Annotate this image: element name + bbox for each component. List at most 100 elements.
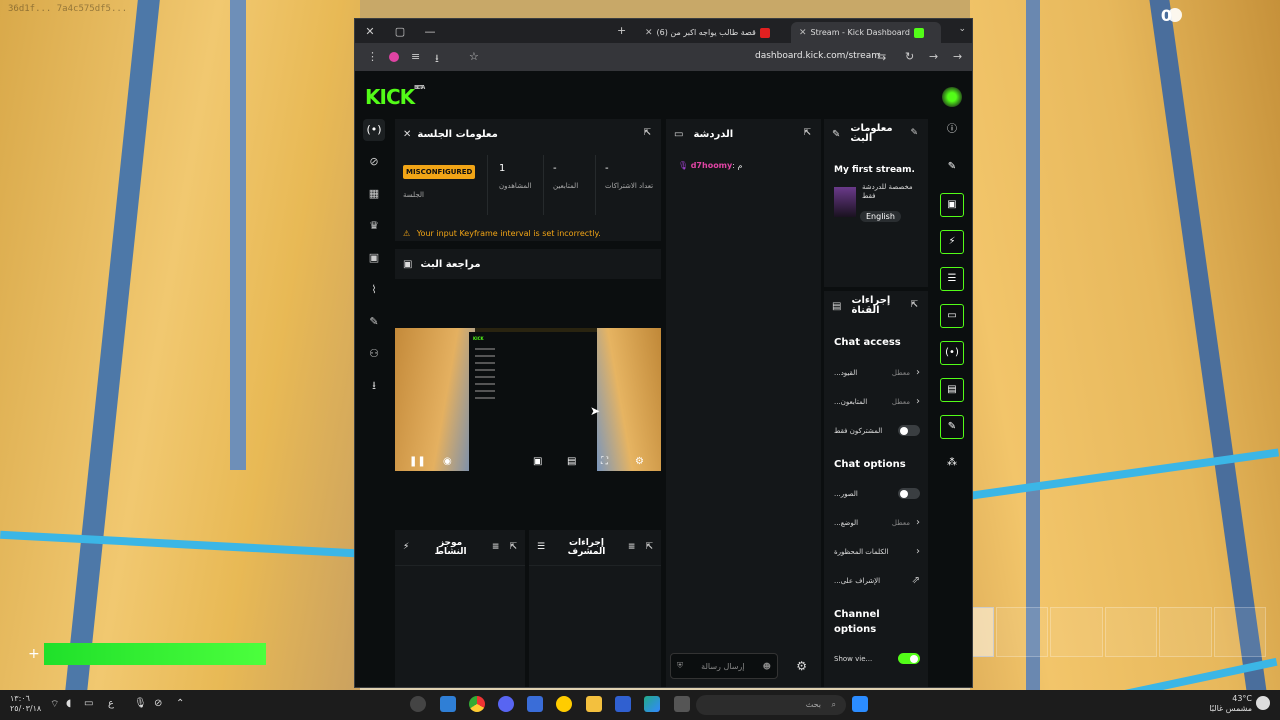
pip-icon[interactable]: ▣ (533, 456, 542, 467)
shield-icon[interactable]: ⛨ (677, 661, 683, 671)
theater-icon[interactable]: ▤ (567, 456, 576, 467)
site-settings-icon[interactable]: ⇆ (877, 50, 886, 63)
popout-icon[interactable]: ⇱ (910, 300, 918, 310)
stats-icon[interactable]: ▦ (363, 183, 385, 205)
list-icon[interactable]: ☰ (940, 267, 964, 291)
fullscreen-icon[interactable]: ⛶ (601, 456, 608, 467)
forward-icon[interactable]: → (929, 50, 938, 63)
battery-icon[interactable]: ▭ (84, 698, 93, 709)
windows-start-icon[interactable] (852, 696, 868, 712)
activity-feed-panel: ⚡ موجز النشاط ≡ ⇱ (395, 530, 525, 687)
video-icon: ▣ (403, 258, 413, 270)
back-icon[interactable]: → (953, 50, 962, 63)
folder-icon[interactable] (586, 696, 602, 712)
profile-icon[interactable] (389, 52, 399, 62)
close-tab-icon[interactable]: ✕ (799, 28, 807, 38)
status-badge: MISCONFIGURED (403, 165, 476, 179)
chat-input[interactable]: ⛨ إرسال رسالة ☻ (670, 653, 778, 679)
obs-icon[interactable] (410, 696, 426, 712)
volume-icon[interactable]: ◉ (443, 456, 452, 467)
queue-icon[interactable]: ≡ (411, 50, 420, 63)
pause-icon[interactable]: ❚❚ (409, 456, 426, 467)
settings-icon[interactable]: ⚙ (635, 456, 644, 467)
language-indicator[interactable]: ع (108, 698, 114, 709)
popout-icon[interactable]: ⇱ (643, 128, 651, 138)
mute-icon[interactable]: ⊘ (154, 698, 162, 709)
tab-search-icon[interactable]: ⌄ (958, 24, 966, 34)
bookmark-star-icon[interactable]: ☆ (469, 50, 479, 63)
store-icon[interactable] (527, 696, 543, 712)
emoji-icon[interactable]: ☻ (763, 662, 771, 671)
chart-icon[interactable]: ⌇ (363, 279, 385, 301)
chat-username[interactable]: d7hoomy (691, 161, 733, 170)
trophy-icon[interactable]: ♛ (363, 215, 385, 237)
close-tab-icon[interactable]: ✕ (645, 28, 653, 38)
wrench-icon[interactable]: ✎ (940, 415, 964, 439)
show-viewers-toggle[interactable] (898, 653, 920, 664)
bolt-icon[interactable]: ⚡ (940, 230, 964, 254)
stream-live-icon[interactable]: (•) (363, 119, 385, 141)
slow-mode-row[interactable]: ...الوضع معطل › (834, 517, 920, 528)
preview-rows (475, 348, 495, 404)
panel-title: الدردشة (693, 128, 734, 140)
category-name: مخصصة للدردشة فقط (862, 183, 913, 201)
chevron-up-icon[interactable]: ⌃ (176, 698, 184, 709)
chat-options-title: Chat options (834, 459, 906, 470)
info-icon[interactable]: ⓘ (940, 119, 964, 143)
kick-logo[interactable]: KICKBETA (365, 85, 425, 109)
video-icon[interactable]: ▣ (363, 247, 385, 269)
discord-icon[interactable] (498, 696, 514, 712)
window-close-button[interactable]: ✕ (355, 25, 385, 38)
app-icon[interactable] (644, 696, 660, 712)
reload-icon[interactable]: ↻ (905, 50, 914, 63)
mic-icon[interactable]: 🎙 (134, 698, 147, 709)
filter-icon[interactable]: ≡ (492, 543, 500, 552)
filter-icon[interactable]: ≡ (628, 543, 636, 552)
moderation-row[interactable]: ...الإشراف على ⇗ (834, 575, 920, 586)
popout-icon[interactable]: ⇱ (645, 543, 653, 552)
followers-only-row[interactable]: ...المتابعون معطل › (834, 396, 920, 407)
download-icon[interactable]: ⭳ (435, 50, 439, 69)
menu-icon[interactable]: ⋮ (367, 50, 378, 63)
mic-off-icon: ✕ (403, 128, 412, 140)
language-tag: English (860, 211, 901, 222)
share-icon[interactable]: ⁂ (940, 452, 964, 476)
chrome-icon[interactable] (469, 696, 485, 712)
volume-icon[interactable]: ◖ (66, 698, 71, 709)
restrictions-row[interactable]: ...القيود معطل › (834, 367, 920, 378)
users-icon[interactable]: ⚇ (363, 343, 385, 365)
tab-kick-dashboard[interactable]: ✕ Stream - Kick Dashboard (791, 22, 941, 43)
snapchat-icon[interactable] (556, 696, 572, 712)
stream-live-icon[interactable]: (•) (940, 341, 964, 365)
window-minimize-button[interactable]: — (415, 25, 445, 38)
row-value: معطل (891, 368, 910, 377)
search-box[interactable]: بحث ⌕ (696, 695, 846, 715)
wrench-icon[interactable]: ✎ (363, 311, 385, 333)
task-view-icon[interactable] (674, 696, 690, 712)
window-maximize-button[interactable]: ▢ (385, 25, 415, 38)
chat-icon[interactable]: ▭ (940, 304, 964, 328)
clock[interactable]: ١٣:٠٦ ٢٥/٠٣/١٨ (10, 694, 41, 713)
files-icon[interactable] (440, 696, 456, 712)
edit-icon[interactable]: ✎ (940, 156, 964, 180)
warning-icon: ⚠ (403, 229, 411, 238)
channel-icon[interactable]: ▤ (940, 378, 964, 402)
weather-widget[interactable]: 43°C مشمس غالبًا (1209, 694, 1252, 713)
chat-settings-icon[interactable]: ⚙ (796, 659, 807, 673)
banned-words-row[interactable]: الكلمات المحظورة › (834, 546, 920, 557)
app-icon[interactable] (615, 696, 631, 712)
network-icon[interactable]: ⌔ (50, 698, 59, 711)
export-icon[interactable]: ⭳ (363, 375, 385, 397)
popout-icon[interactable]: ⇱ (803, 128, 811, 138)
user-avatar[interactable] (942, 87, 962, 107)
edit-icon[interactable]: ✎ (910, 128, 918, 138)
new-tab-button[interactable]: + (617, 24, 626, 37)
popout-icon[interactable]: ⇱ (509, 543, 517, 552)
url-field[interactable]: dashboard.kick.com/stream (755, 51, 880, 61)
link-icon[interactable]: ⊘ (363, 151, 385, 173)
images-toggle[interactable] (898, 488, 920, 499)
tab-youtube[interactable]: ✕ (6) قصة طالب يواجه اكبر من (637, 22, 785, 43)
video-icon[interactable]: ▣ (940, 193, 964, 217)
stream-preview-player[interactable]: KICK ➤ ❚❚ ◉ ▣ ▤ ⛶ ⚙ (395, 328, 661, 471)
subscribers-only-toggle[interactable] (898, 425, 920, 436)
